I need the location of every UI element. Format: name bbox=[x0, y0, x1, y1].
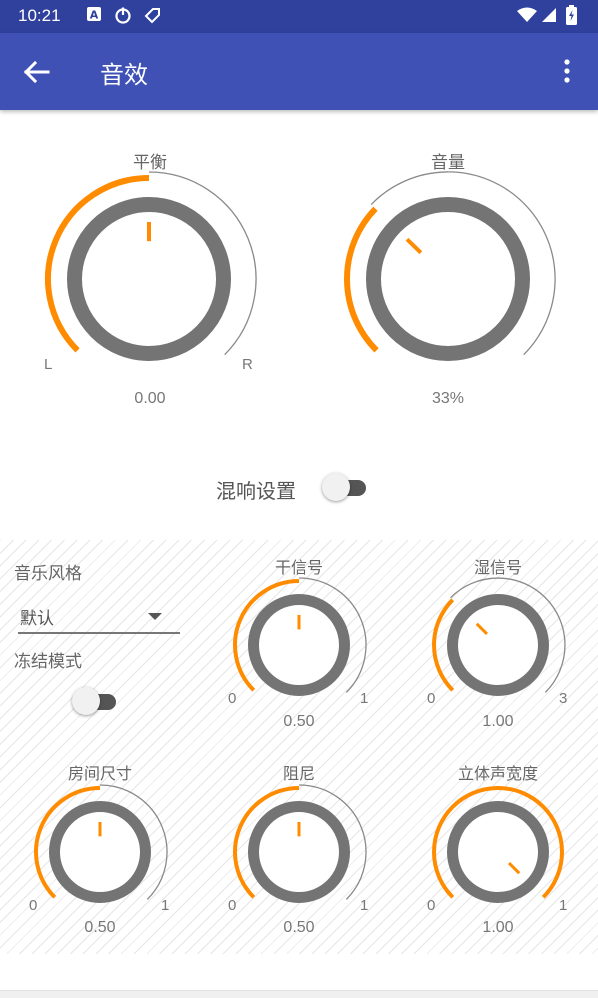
stereo-width-knob[interactable] bbox=[0, 0, 598, 998]
stereo-width-min: 0 bbox=[427, 897, 436, 914]
knob-ring bbox=[447, 801, 549, 903]
stereo-width-max: 1 bbox=[559, 897, 568, 914]
stereo-width-value: 1.00 bbox=[482, 919, 514, 936]
bottom-bar bbox=[0, 990, 598, 998]
